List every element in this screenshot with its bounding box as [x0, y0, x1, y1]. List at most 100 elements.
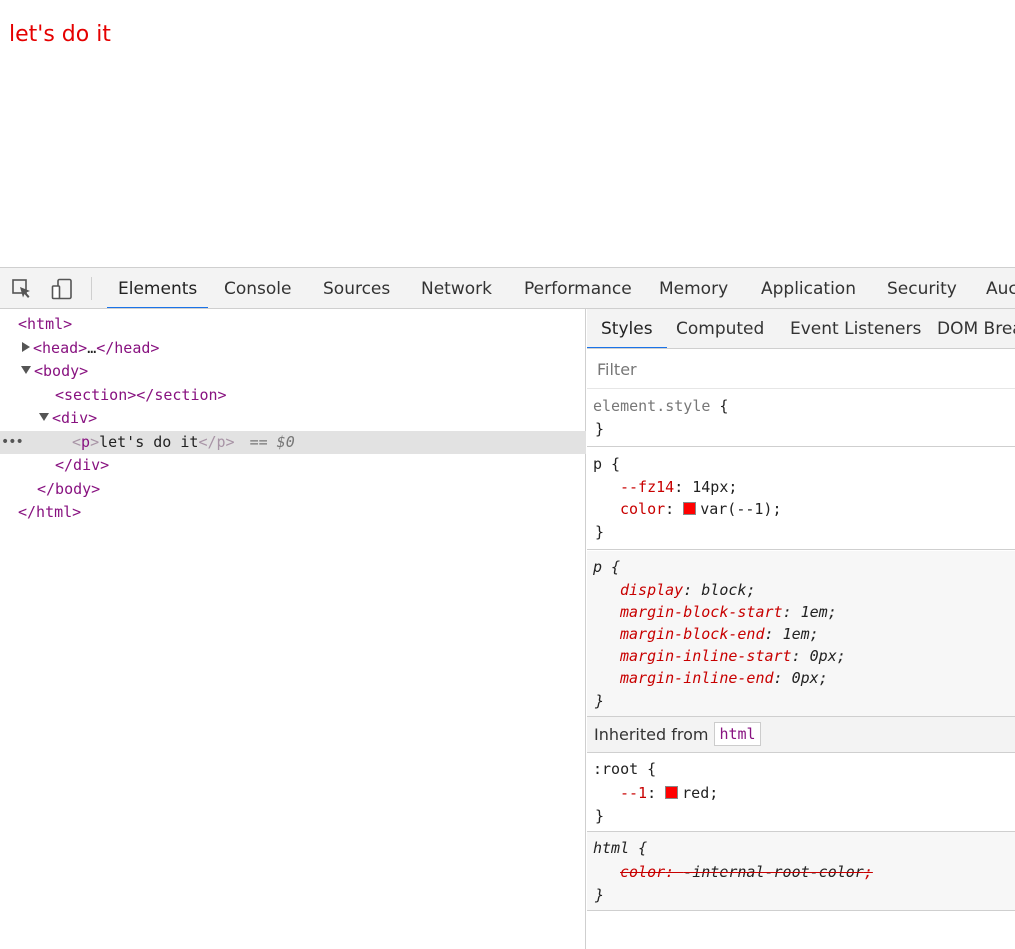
semicolon: ;: [746, 581, 756, 599]
subtab-computed[interactable]: Computed: [662, 309, 778, 348]
property-name: margin-inline-end: [620, 669, 774, 687]
dom-node-html[interactable]: <html>: [0, 313, 586, 336]
section-close-tag: </section>: [136, 386, 227, 404]
declaration-margin-inline-start: margin-inline-start: 0px;: [620, 645, 846, 667]
p-close-tag: </p>: [198, 433, 235, 451]
tab-memory[interactable]: Memory: [648, 268, 739, 308]
styles-subtabs: Styles Computed Event Listeners DOM Brea: [587, 309, 1015, 349]
declaration-color-overridden: color: -internal-root-color;: [620, 861, 873, 883]
dom-node-div[interactable]: <div>: [0, 407, 586, 430]
collapse-triangle-icon[interactable]: [39, 413, 49, 421]
declaration-color[interactable]: color: var(--1);: [620, 498, 782, 520]
semicolon: ;: [836, 647, 846, 665]
rule-close-brace: }: [595, 807, 605, 825]
div-close-tag: </div>: [55, 456, 110, 474]
p-text-content[interactable]: let's do it: [99, 433, 198, 451]
property-name: --1: [620, 784, 648, 802]
rule-p-author: p { --fz14: 14px; color: var(--1); }: [587, 448, 1015, 550]
inherited-node-link[interactable]: html: [714, 722, 761, 746]
property-name: display: [620, 581, 684, 599]
dom-node-div-close: </div>: [0, 454, 586, 477]
property-name: color: [620, 863, 666, 881]
rule-close-brace: }: [595, 886, 605, 904]
rule-p-user-agent: p { display: block; margin-block-start: …: [587, 551, 1015, 717]
rule-selector-line[interactable]: element.style {: [593, 395, 728, 417]
tab-application[interactable]: Application: [750, 268, 867, 308]
collapse-triangle-icon[interactable]: [21, 366, 31, 374]
colon: :: [791, 647, 810, 665]
page-viewport: let's do it: [0, 0, 1015, 267]
property-name: color: [620, 500, 666, 518]
head-ellipsis[interactable]: …: [87, 339, 96, 357]
dom-node-p-selected[interactable]: ••• <p>let's do it</p> == $0: [0, 431, 586, 454]
declaration-display: display: block;: [620, 579, 755, 601]
dom-node-body-close: </body>: [0, 478, 586, 501]
p-open-bracket-end: >: [90, 433, 100, 451]
subtab-dom-breakpoints[interactable]: DOM Brea: [923, 309, 1015, 348]
tab-console[interactable]: Console: [213, 268, 303, 308]
page-paragraph: let's do it: [9, 22, 111, 47]
subtab-styles[interactable]: Styles: [587, 309, 667, 348]
selected-node-marker: == $0: [249, 433, 295, 451]
rule-html-user-agent: html { color: -internal-root-color; }: [587, 832, 1015, 911]
toolbar-separator: [91, 277, 92, 300]
property-name: margin-block-start: [620, 603, 783, 621]
filter-bar: [587, 349, 1015, 389]
styles-filter-input[interactable]: [591, 355, 1015, 383]
inherited-from-bar: Inherited from html: [587, 717, 1015, 753]
inspect-cursor-icon[interactable]: [11, 278, 33, 300]
tab-security[interactable]: Security: [876, 268, 968, 308]
tab-performance[interactable]: Performance: [513, 268, 643, 308]
declaration-margin-inline-end: margin-inline-end: 0px;: [620, 667, 828, 689]
tab-elements[interactable]: Elements: [107, 268, 209, 308]
property-value: 0px: [809, 647, 837, 665]
body-close-tag: </body>: [37, 480, 101, 498]
dom-node-section[interactable]: <section></section>: [0, 384, 586, 407]
tab-audits[interactable]: Auc: [975, 268, 1015, 308]
subtab-event-listeners[interactable]: Event Listeners: [776, 309, 935, 348]
semicolon: ;: [863, 863, 873, 881]
semicolon: ;: [728, 478, 738, 496]
semicolon: ;: [809, 625, 819, 643]
inherited-label: Inherited from: [594, 725, 709, 744]
expand-triangle-icon[interactable]: [22, 342, 30, 352]
section-open-tag: <section>: [55, 386, 137, 404]
property-value: red: [682, 784, 710, 802]
rule-close-brace: }: [595, 420, 605, 438]
colon: :: [773, 669, 792, 687]
rule-selector: html: [593, 839, 630, 857]
property-value: block: [701, 581, 747, 599]
semicolon: ;: [827, 603, 837, 621]
semicolon: ;: [772, 500, 782, 518]
rule-open-brace: {: [602, 558, 621, 576]
rule-selector-line[interactable]: html {: [593, 837, 647, 859]
declaration-fz14[interactable]: --fz14: 14px;: [620, 476, 737, 498]
rule-close-brace: }: [595, 692, 605, 710]
rule-open-brace: {: [638, 760, 657, 778]
tab-sources[interactable]: Sources: [312, 268, 401, 308]
devtools-toolbar: Elements Console Sources Network Perform…: [0, 268, 1015, 309]
rule-selector-line[interactable]: :root {: [593, 758, 656, 780]
declaration-var-1[interactable]: --1: red;: [620, 782, 718, 804]
head-close-tag: </head>: [96, 339, 160, 357]
rule-open-brace: {: [602, 455, 621, 473]
node-actions-button[interactable]: •••: [1, 431, 24, 454]
rule-selector-line[interactable]: p {: [593, 453, 620, 475]
tab-network[interactable]: Network: [410, 268, 503, 308]
dom-node-head[interactable]: <head>…</head>: [0, 337, 586, 360]
rule-open-brace: {: [710, 397, 729, 415]
styles-sidebar: Styles Computed Event Listeners DOM Brea…: [587, 309, 1015, 949]
colon: :: [764, 625, 783, 643]
property-value: 0px: [791, 669, 819, 687]
device-toolbar-icon[interactable]: [51, 278, 73, 300]
property-value: 1em: [782, 625, 810, 643]
head-open-tag: <head>: [33, 339, 88, 357]
property-value: var(--1): [700, 500, 773, 518]
rule-selector-line[interactable]: p {: [593, 556, 620, 578]
dom-node-body[interactable]: <body>: [0, 360, 586, 383]
color-swatch-icon[interactable]: [665, 786, 679, 799]
color-swatch-icon[interactable]: [683, 502, 697, 515]
colon: :: [683, 581, 702, 599]
html-open-tag: <html>: [18, 315, 73, 333]
declaration-margin-block-end: margin-block-end: 1em;: [620, 623, 819, 645]
